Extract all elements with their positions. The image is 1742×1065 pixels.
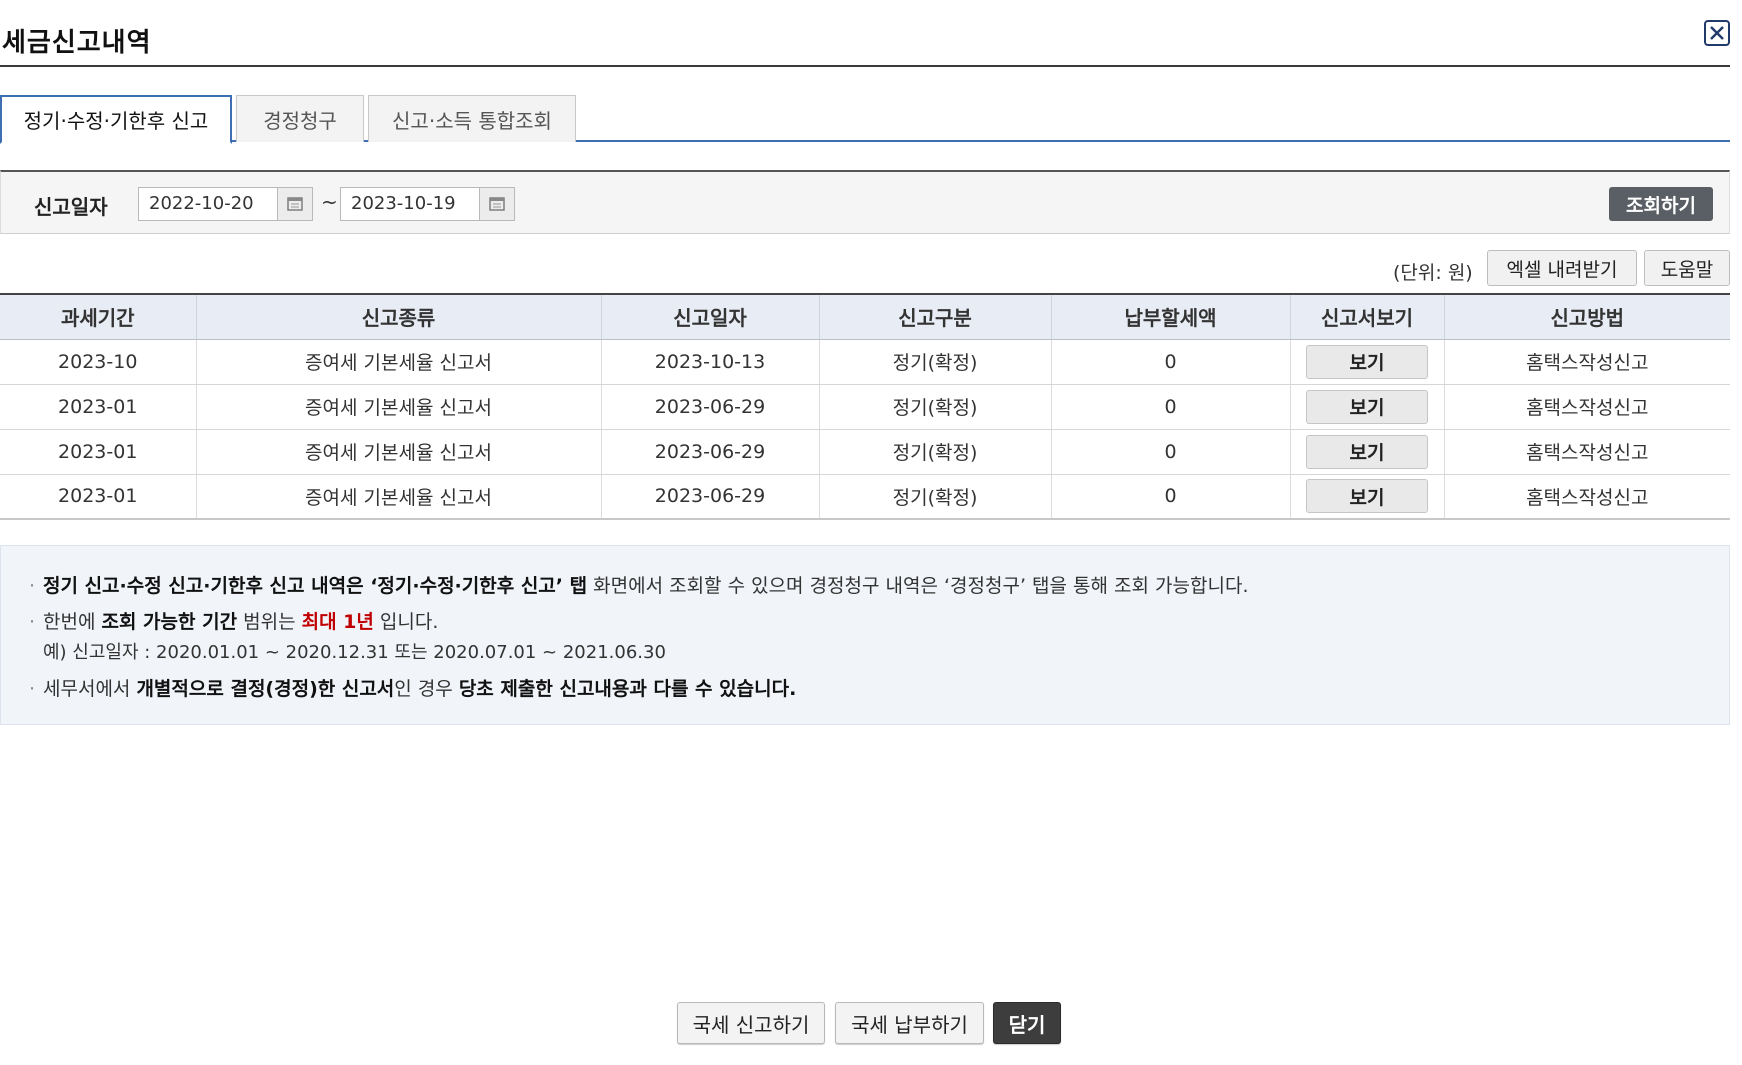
report-date-cell: 2023-10-13 bbox=[600, 339, 819, 385]
tax-amount-cell: 0 bbox=[1050, 474, 1290, 520]
view-report-button[interactable]: 보기 bbox=[1306, 389, 1428, 424]
notice-line: · 세무서에서 개별적으로 결정(경정)한 신고서인 경우 당초 제출한 신고내용… bbox=[29, 674, 796, 701]
report-category-cell: 정기(확정) bbox=[818, 474, 1051, 520]
notice-example: 예) 신고일자 : 2020.01.01 ~ 2020.12.31 또는 202… bbox=[43, 642, 666, 663]
tab-bar: 정기·수정·기한후 신고 경정청구 신고·소득 통합조회 bbox=[0, 95, 1730, 144]
report-category-cell: 정기(확정) bbox=[818, 384, 1051, 430]
notice-emphasis: 개별적으로 결정(경정)한 신고서 bbox=[136, 678, 395, 700]
column-header: 신고일자 bbox=[600, 293, 819, 340]
end-date-calendar-button[interactable] bbox=[479, 187, 515, 221]
close-button[interactable]: 닫기 bbox=[993, 1002, 1061, 1044]
report-category-cell: 정기(확정) bbox=[818, 339, 1051, 385]
period-cell: 2023-01 bbox=[0, 429, 196, 475]
notice-text: 화면에서 조회할 수 있으며 경정청구 내역은 ‘경정청구’ 탭을 통해 조회 … bbox=[587, 575, 1249, 597]
table-row: 2023-01 증여세 기본세율 신고서 2023-06-29 정기(확정) 0… bbox=[0, 384, 1730, 430]
pay-national-tax-button[interactable]: 국세 납부하기 bbox=[835, 1002, 984, 1044]
unit-label: (단위: 원) bbox=[1393, 262, 1473, 284]
table-row: 2023-10 증여세 기본세율 신고서 2023-10-13 정기(확정) 0… bbox=[0, 339, 1730, 385]
table-row: 2023-01 증여세 기본세율 신고서 2023-06-29 정기(확정) 0… bbox=[0, 474, 1730, 520]
notice-highlight: 최대 1년 bbox=[301, 611, 374, 633]
start-date-calendar-button[interactable] bbox=[277, 187, 313, 221]
file-national-tax-button[interactable]: 국세 신고하기 bbox=[677, 1002, 825, 1044]
bullet: · bbox=[29, 611, 36, 633]
table-header-row: 과세기간 신고종류 신고일자 신고구분 납부할세액 신고서보기 신고방법 bbox=[0, 293, 1730, 340]
report-method-cell: 홈택스작성신고 bbox=[1443, 384, 1730, 430]
report-date-cell: 2023-06-29 bbox=[600, 384, 819, 430]
title-bar: 세금신고내역 bbox=[0, 0, 1730, 67]
bullet: · bbox=[29, 575, 36, 597]
calendar-icon bbox=[287, 197, 303, 211]
report-method-cell: 홈택스작성신고 bbox=[1443, 474, 1730, 520]
notice-line: · 정기 신고·수정 신고·기한후 신고 내역은 ‘정기·수정·기한후 신고’ 탭… bbox=[29, 571, 1249, 598]
column-header: 신고종류 bbox=[195, 293, 601, 340]
column-header: 과세기간 bbox=[0, 293, 196, 340]
view-cell: 보기 bbox=[1289, 474, 1444, 520]
report-date-label: 신고일자 bbox=[34, 195, 108, 219]
notice-text: 입니다. bbox=[373, 611, 439, 633]
tab-correction-claim[interactable]: 경정청구 bbox=[236, 95, 364, 142]
tax-report-history-popup: 세금신고내역 정기·수정·기한후 신고 경정청구 신고·소득 통합조회 신고일자… bbox=[0, 0, 1742, 1065]
view-cell: 보기 bbox=[1289, 339, 1444, 385]
tax-amount-cell: 0 bbox=[1050, 429, 1290, 475]
view-report-button[interactable]: 보기 bbox=[1306, 344, 1428, 379]
bullet: · bbox=[29, 678, 36, 700]
notice-text: 세무서에서 bbox=[43, 678, 137, 700]
report-date-cell: 2023-06-29 bbox=[600, 429, 819, 475]
report-type-cell: 증여세 기본세율 신고서 bbox=[195, 384, 601, 430]
report-type-cell: 증여세 기본세율 신고서 bbox=[195, 429, 601, 475]
close-window-button[interactable] bbox=[1704, 20, 1730, 46]
column-header: 납부할세액 bbox=[1050, 293, 1290, 340]
view-report-button[interactable]: 보기 bbox=[1306, 479, 1428, 514]
calendar-icon bbox=[489, 197, 505, 211]
query-button[interactable]: 조회하기 bbox=[1609, 187, 1713, 221]
notice-box: · 정기 신고·수정 신고·기한후 신고 내역은 ‘정기·수정·기한후 신고’ 탭… bbox=[0, 545, 1730, 725]
period-cell: 2023-01 bbox=[0, 384, 196, 430]
report-category-cell: 정기(확정) bbox=[818, 429, 1051, 475]
report-table: 과세기간 신고종류 신고일자 신고구분 납부할세액 신고서보기 신고방법 202… bbox=[0, 293, 1730, 520]
column-header: 신고서보기 bbox=[1289, 293, 1444, 340]
search-panel: 신고일자 2022-10-20 ~ 2023-10-19 조회하기 bbox=[0, 170, 1730, 234]
report-type-cell: 증여세 기본세율 신고서 bbox=[195, 339, 601, 385]
column-header: 신고구분 bbox=[818, 293, 1051, 340]
notice-text: 한번에 bbox=[43, 611, 102, 633]
close-icon bbox=[1710, 26, 1724, 40]
tab-regular-amended-late[interactable]: 정기·수정·기한후 신고 bbox=[0, 95, 232, 144]
notice-line: · 한번에 조회 가능한 기간 범위는 최대 1년 입니다. bbox=[29, 607, 438, 634]
notice-emphasis: 정기 신고·수정 신고·기한후 신고 내역은 ‘정기·수정·기한후 신고’ 탭 bbox=[43, 575, 588, 597]
notice-emphasis: 조회 가능한 기간 bbox=[101, 611, 238, 633]
page-title: 세금신고내역 bbox=[2, 28, 152, 58]
end-date-input[interactable]: 2023-10-19 bbox=[340, 187, 480, 221]
period-cell: 2023-01 bbox=[0, 474, 196, 520]
notice-text: 범위는 bbox=[237, 611, 302, 633]
excel-download-button[interactable]: 엑셀 내려받기 bbox=[1487, 250, 1637, 286]
view-cell: 보기 bbox=[1289, 384, 1444, 430]
report-type-cell: 증여세 기본세율 신고서 bbox=[195, 474, 601, 520]
report-date-cell: 2023-06-29 bbox=[600, 474, 819, 520]
report-method-cell: 홈택스작성신고 bbox=[1443, 339, 1730, 385]
report-method-cell: 홈택스작성신고 bbox=[1443, 429, 1730, 475]
view-report-button[interactable]: 보기 bbox=[1306, 434, 1428, 469]
tax-amount-cell: 0 bbox=[1050, 339, 1290, 385]
date-range-separator: ~ bbox=[321, 190, 338, 214]
period-cell: 2023-10 bbox=[0, 339, 196, 385]
help-button[interactable]: 도움말 bbox=[1644, 250, 1730, 286]
column-header: 신고방법 bbox=[1443, 293, 1730, 340]
notice-emphasis: 당초 제출한 신고내용과 다를 수 있습니다. bbox=[458, 678, 797, 700]
tab-integrated-inquiry[interactable]: 신고·소득 통합조회 bbox=[368, 95, 576, 142]
start-date-input[interactable]: 2022-10-20 bbox=[138, 187, 278, 221]
view-cell: 보기 bbox=[1289, 429, 1444, 475]
notice-text: 인 경우 bbox=[394, 678, 459, 700]
table-row: 2023-01 증여세 기본세율 신고서 2023-06-29 정기(확정) 0… bbox=[0, 429, 1730, 475]
tax-amount-cell: 0 bbox=[1050, 384, 1290, 430]
